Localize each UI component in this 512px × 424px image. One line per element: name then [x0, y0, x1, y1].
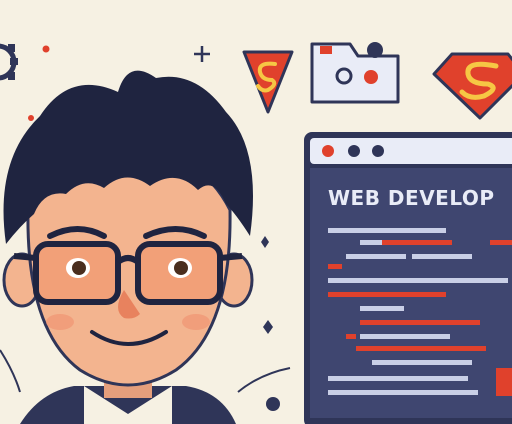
window-dot	[348, 145, 360, 157]
browser-heading: WEB DEVELOP	[328, 186, 495, 210]
folder-card-icon	[310, 42, 400, 104]
developer-illustration	[0, 42, 512, 424]
motion-line	[237, 367, 291, 393]
superman-emblem-icon	[432, 52, 512, 120]
decor-dot	[266, 397, 280, 411]
browser-window	[304, 132, 512, 424]
developer-character	[2, 70, 254, 424]
motion-line	[0, 349, 21, 393]
superman-shield-icon	[242, 50, 294, 114]
gear-icon	[0, 43, 18, 81]
window-dot-close	[322, 145, 334, 157]
window-dot	[372, 145, 384, 157]
